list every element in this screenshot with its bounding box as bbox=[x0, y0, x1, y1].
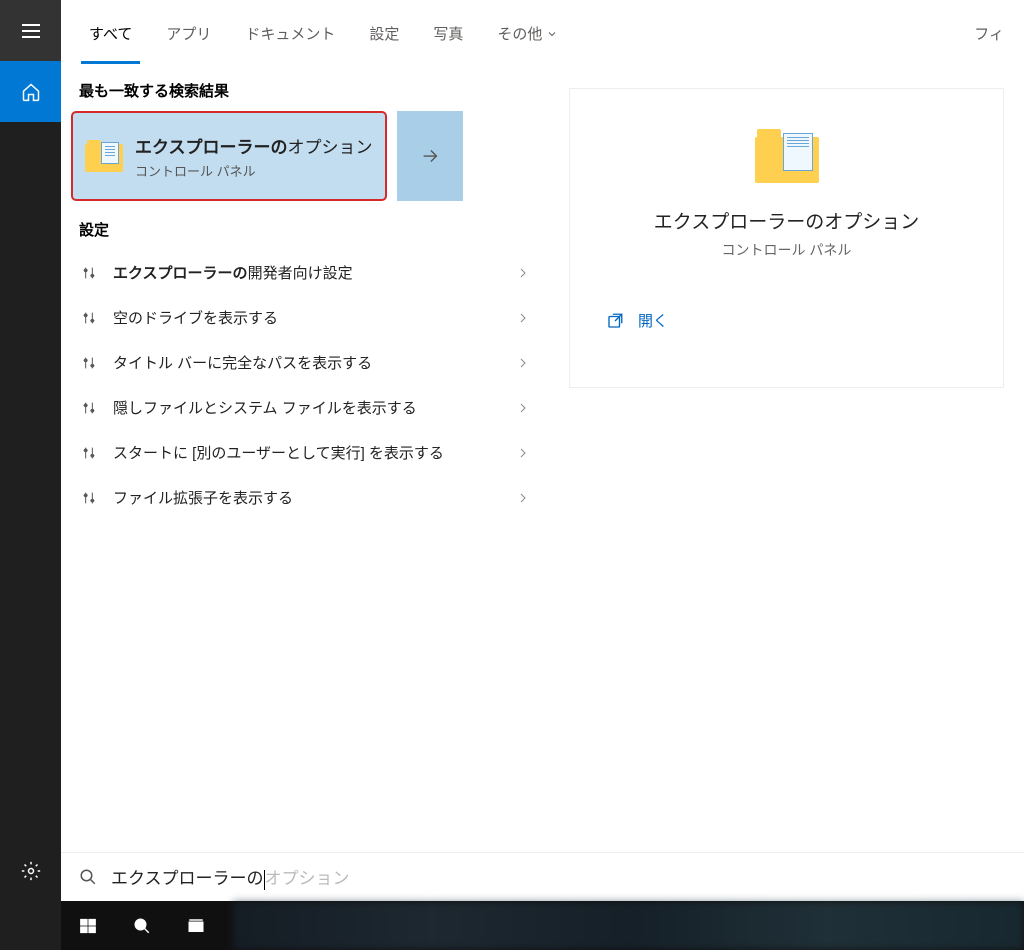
tab-apps[interactable]: アプリ bbox=[158, 3, 219, 64]
left-sidebar bbox=[0, 0, 61, 950]
preview-folder-icon bbox=[755, 129, 819, 183]
arrow-right-icon bbox=[419, 145, 441, 167]
tab-photos[interactable]: 写真 bbox=[425, 3, 471, 64]
sliders-icon bbox=[79, 263, 99, 283]
task-view-button[interactable] bbox=[169, 901, 223, 950]
filter-label[interactable]: フィ bbox=[974, 23, 1004, 44]
setting-item-2[interactable]: タイトル バーに完全なパスを表示する bbox=[61, 340, 549, 385]
home-button[interactable] bbox=[0, 61, 61, 122]
tab-settings[interactable]: 設定 bbox=[361, 3, 407, 64]
hamburger-icon bbox=[22, 24, 40, 38]
setting-item-5[interactable]: ファイル拡張子を表示する bbox=[61, 475, 549, 520]
tab-all[interactable]: すべて bbox=[81, 3, 140, 64]
best-match-header: 最も一致する検索結果 bbox=[61, 68, 549, 111]
tabs-bar: すべて アプリ ドキュメント 設定 写真 その他 フィ bbox=[61, 0, 1024, 68]
taskbar-apps-area bbox=[233, 901, 1024, 950]
best-match-arrow-button[interactable] bbox=[397, 111, 463, 201]
setting-label: タイトル バーに完全なパスを表示する bbox=[113, 352, 501, 373]
sliders-icon bbox=[79, 308, 99, 328]
task-view-icon bbox=[187, 917, 205, 935]
search-icon bbox=[133, 917, 151, 935]
taskbar bbox=[61, 901, 1024, 950]
search-icon bbox=[79, 868, 97, 886]
best-match-title: エクスプローラーのオプション bbox=[135, 133, 373, 158]
tab-documents[interactable]: ドキュメント bbox=[237, 3, 343, 64]
folder-options-icon bbox=[85, 140, 123, 172]
preview-title: エクスプローラーのオプション bbox=[590, 207, 983, 234]
preview-panel: エクスプローラーのオプション コントロール パネル 開く bbox=[549, 68, 1024, 950]
preview-subtitle: コントロール パネル bbox=[590, 240, 983, 260]
setting-label: ファイル拡張子を表示する bbox=[113, 487, 501, 508]
results-panel: 最も一致する検索結果 エクスプローラーのオプション コ bbox=[61, 68, 549, 950]
sliders-icon bbox=[79, 398, 99, 418]
tab-more-label: その他 bbox=[497, 23, 542, 44]
open-label: 開く bbox=[638, 310, 668, 331]
setting-label: エクスプローラーの開発者向け設定 bbox=[113, 262, 501, 283]
chevron-right-icon bbox=[515, 265, 531, 281]
setting-item-3[interactable]: 隠しファイルとシステム ファイルを表示する bbox=[61, 385, 549, 430]
setting-label: 隠しファイルとシステム ファイルを表示する bbox=[113, 397, 501, 418]
sliders-icon bbox=[79, 443, 99, 463]
chevron-right-icon bbox=[515, 490, 531, 506]
settings-button[interactable] bbox=[0, 840, 61, 901]
search-text: エクスプローラーのオプション bbox=[111, 864, 350, 890]
chevron-right-icon bbox=[515, 445, 531, 461]
sliders-icon bbox=[79, 353, 99, 373]
setting-label: スタートに [別のユーザーとして実行] を表示する bbox=[113, 442, 501, 463]
best-match-item[interactable]: エクスプローラーのオプション コントロール パネル bbox=[71, 111, 387, 201]
setting-label: 空のドライブを表示する bbox=[113, 307, 501, 328]
setting-item-4[interactable]: スタートに [別のユーザーとして実行] を表示する bbox=[61, 430, 549, 475]
tab-more[interactable]: その他 bbox=[489, 3, 566, 64]
settings-section-header: 設定 bbox=[61, 201, 549, 250]
home-icon bbox=[21, 82, 41, 102]
hamburger-button[interactable] bbox=[0, 0, 61, 61]
chevron-right-icon bbox=[515, 355, 531, 371]
gear-icon bbox=[21, 861, 41, 881]
chevron-right-icon bbox=[515, 310, 531, 326]
chevron-down-icon bbox=[546, 28, 558, 40]
windows-icon bbox=[79, 917, 97, 935]
sliders-icon bbox=[79, 488, 99, 508]
best-match-subtitle: コントロール パネル bbox=[135, 161, 373, 180]
chevron-right-icon bbox=[515, 400, 531, 416]
open-action[interactable]: 開く bbox=[590, 300, 983, 341]
start-button[interactable] bbox=[61, 901, 115, 950]
setting-item-1[interactable]: 空のドライブを表示する bbox=[61, 295, 549, 340]
search-input-row[interactable]: エクスプローラーのオプション bbox=[61, 852, 1024, 901]
taskbar-search-button[interactable] bbox=[115, 901, 169, 950]
open-icon bbox=[606, 312, 624, 330]
setting-item-0[interactable]: エクスプローラーの開発者向け設定 bbox=[61, 250, 549, 295]
